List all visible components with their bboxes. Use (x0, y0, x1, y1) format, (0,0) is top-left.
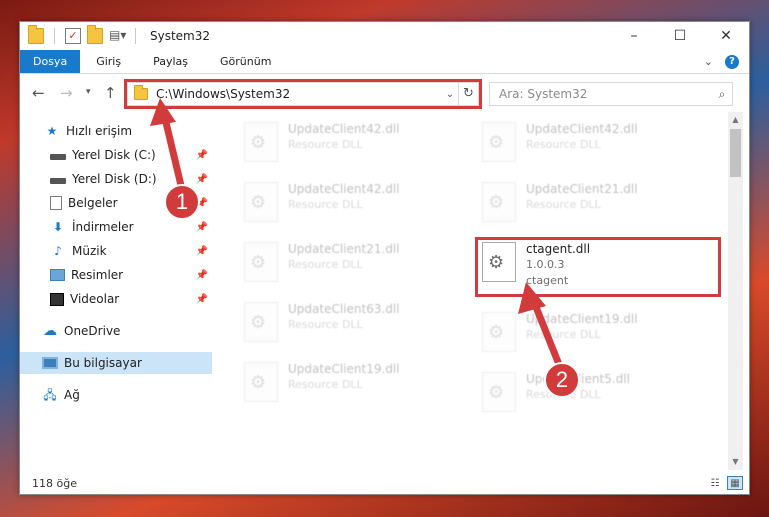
step-badge-2: 2 (544, 362, 580, 398)
arrow-1 (150, 98, 188, 202)
arrow-2 (518, 282, 566, 376)
step-badge-1: 1 (164, 184, 200, 220)
annotation-arrows (150, 98, 566, 376)
